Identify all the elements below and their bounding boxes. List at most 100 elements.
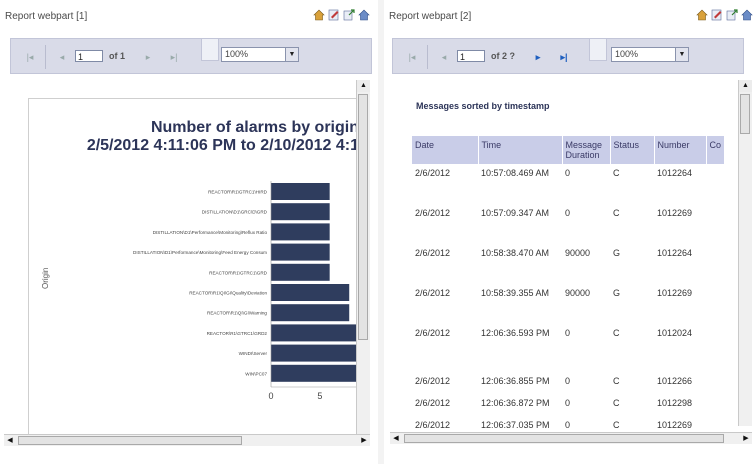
next-page-button[interactable]: ▸ (531, 51, 545, 63)
table-cell: G (613, 248, 621, 258)
column-header-number[interactable]: Number (654, 136, 707, 164)
table-cell: 2/6/2012 (415, 328, 451, 338)
table-cell: 12:06:36.593 PM (481, 328, 550, 338)
scroll-thumb[interactable] (740, 94, 750, 134)
home-icon[interactable] (696, 9, 708, 21)
scroll-right-icon[interactable]: ▶ (740, 433, 752, 444)
column-header-status[interactable]: Status (610, 136, 655, 164)
column-header-message-duration[interactable]: Message Duration (562, 136, 611, 164)
last-page-button[interactable]: ▸| (557, 51, 571, 63)
edit-icon[interactable] (328, 9, 340, 21)
table-header-row: Date Time Message Duration Status Number… (412, 136, 726, 164)
export-icon[interactable] (726, 9, 738, 21)
print-icon[interactable] (358, 9, 370, 21)
table-cell: 1012264 (657, 248, 693, 258)
table-cell-empty (706, 284, 725, 324)
scroll-left-icon[interactable]: ◀ (390, 433, 402, 444)
bar (271, 263, 330, 281)
scroll-right-icon[interactable]: ▶ (358, 435, 370, 446)
toolbar-separator (427, 45, 428, 69)
bar (271, 183, 330, 200)
table-cell: C (613, 398, 620, 408)
table-cell-empty (706, 164, 725, 204)
scroll-thumb[interactable] (18, 436, 242, 445)
table-cell: 1012269 (657, 288, 693, 298)
table-cell: 1012266 (657, 376, 693, 386)
table-cell: 12:06:36.872 PM (481, 398, 550, 408)
page-number-input[interactable]: 1 (457, 50, 485, 62)
home-icon[interactable] (313, 9, 325, 21)
column-header-date[interactable]: Date (412, 136, 479, 164)
webpart-actions (696, 9, 753, 21)
bar (271, 203, 330, 221)
webpart-title: Report webpart [2] (389, 11, 472, 22)
scroll-up-icon[interactable]: ▲ (739, 80, 752, 92)
table-cell: 10:57:09.347 AM (481, 208, 550, 218)
scroll-left-icon[interactable]: ◀ (4, 435, 16, 446)
bar (271, 364, 359, 382)
table-cell: 1012298 (657, 398, 693, 408)
chevron-down-icon[interactable]: ▼ (675, 48, 688, 61)
vertical-scrollbar[interactable]: ▲ (738, 80, 752, 426)
last-page-button[interactable]: ▸| (167, 51, 181, 63)
page-count-label: of 2 ? (491, 51, 515, 61)
horizontal-scrollbar[interactable]: ◀ ▶ (390, 432, 752, 444)
category-label: REACTOR\R1\QI\GI\Warning (207, 311, 267, 316)
table-cell: C (613, 168, 620, 178)
category-label: WIN\PC07 (245, 371, 267, 376)
previous-page-button[interactable]: ◂ (437, 51, 451, 63)
bar (271, 344, 359, 362)
bar (271, 324, 359, 342)
table-cell: 10:58:39.355 AM (481, 288, 550, 298)
report-viewport-1: Number of alarms by origin 2/5/2012 4:11… (8, 76, 370, 436)
previous-page-button[interactable]: ◂ (55, 51, 69, 63)
first-page-button[interactable]: |◂ (23, 51, 37, 63)
table-cell: 1012024 (657, 328, 693, 338)
table-cell: G (613, 288, 621, 298)
next-page-button[interactable]: ▸ (141, 51, 155, 63)
table-cell-empty (706, 394, 725, 416)
scroll-thumb[interactable] (404, 434, 724, 443)
table-cell: C (613, 328, 620, 338)
table-row: 2/6/2012 12:06:36.855 PM 0 C 1012266 (412, 372, 725, 394)
column-header-time[interactable]: Time (478, 136, 563, 164)
vertical-scrollbar[interactable]: ▲ (356, 80, 370, 436)
alarms-bar-chart: REACTOR\R1\GTRC1\HIRD DISTILLATION\D1\GRC… (133, 181, 359, 401)
table-cell: 0 (565, 398, 571, 408)
table-cell: 90000 (565, 288, 591, 298)
table-cell: 1012269 (657, 208, 693, 218)
x-tick-label: 5 (317, 391, 322, 401)
chevron-down-icon[interactable]: ▼ (285, 48, 298, 61)
toolbar-tab (201, 39, 219, 61)
zoom-select[interactable]: 100% ▼ (221, 47, 299, 62)
category-label: DISTILLATION\D1\Performance\Monitoring\F… (133, 250, 267, 255)
table-row: 2/6/2012 10:57:09.347 AM 0 C 1012269 (412, 204, 725, 244)
category-label: WINDI\Server (239, 351, 268, 356)
table-cell: 10:57:08.469 AM (481, 168, 550, 178)
page-number-input[interactable]: 1 (75, 50, 103, 62)
category-label: DISTILLATION\D1\Performance\Monitoring\R… (153, 230, 268, 235)
category-label: REACTOR\R1\GTRC1\GRD2 (207, 331, 268, 336)
table-cell: 2/6/2012 (415, 248, 451, 258)
bar (271, 284, 350, 301)
category-label: DISTILLATION\D1\GRC\D\GRD (202, 210, 268, 215)
horizontal-scrollbar[interactable]: ◀ ▶ (4, 434, 370, 446)
table-cell-empty (706, 372, 725, 394)
table-cell: 2/6/2012 (415, 398, 451, 408)
export-icon[interactable] (343, 9, 355, 21)
scroll-up-icon[interactable]: ▲ (357, 80, 370, 92)
print-icon[interactable] (741, 9, 753, 21)
first-page-button[interactable]: |◂ (405, 51, 419, 63)
table-cell: 2/6/2012 (415, 288, 451, 298)
column-header-co[interactable]: Co (706, 136, 726, 164)
table-row: 2/6/2012 10:58:38.470 AM 90000 G 1012264 (412, 244, 725, 284)
table-row: 2/6/2012 12:06:36.872 PM 0 C 1012298 (412, 394, 725, 416)
scroll-thumb[interactable] (358, 94, 368, 340)
bar (271, 304, 350, 322)
edit-icon[interactable] (711, 9, 723, 21)
table-cell: 2/6/2012 (415, 376, 451, 386)
report-toolbar: |◂ ◂ 1 of 2 ? ▸ ▸| 100% ▼ (392, 38, 744, 74)
zoom-select[interactable]: 100% ▼ (611, 47, 689, 62)
table-cell: 2/6/2012 (415, 208, 451, 218)
table-cell: C (613, 376, 620, 386)
